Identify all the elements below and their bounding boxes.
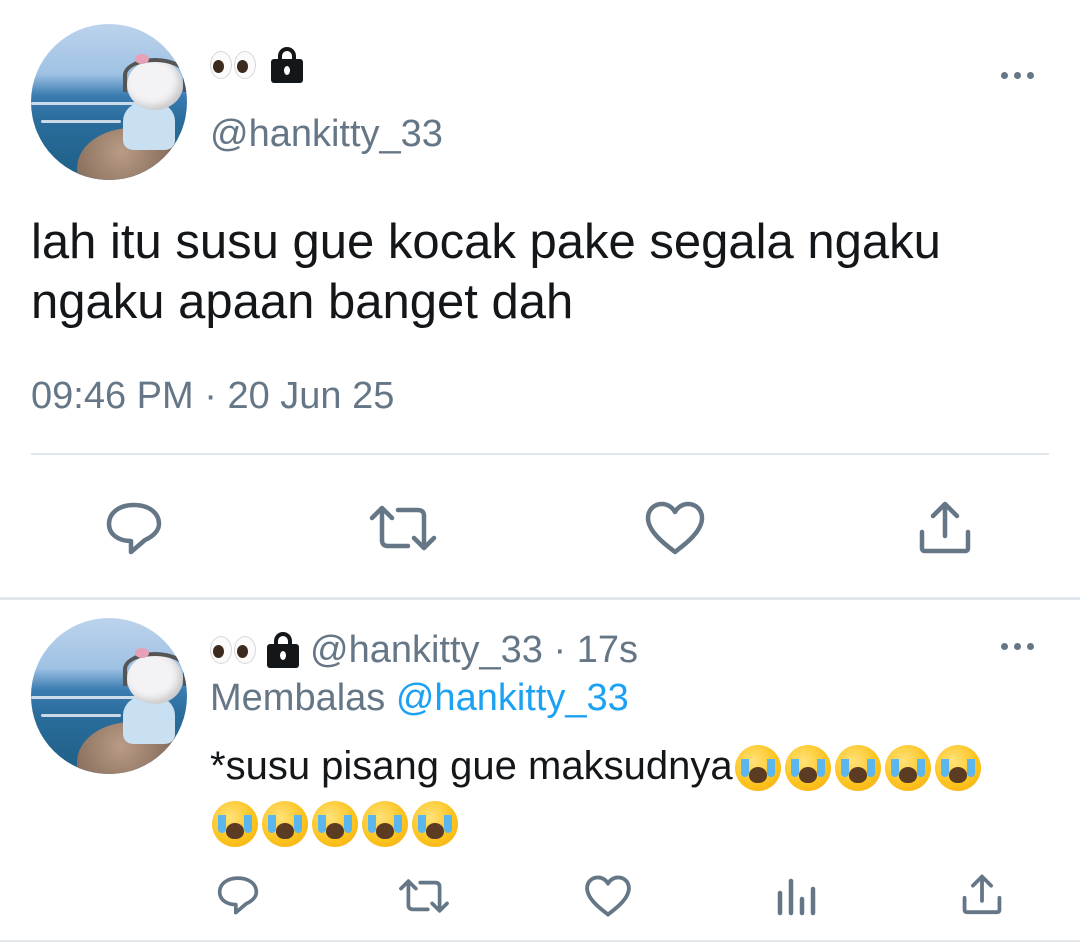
reply-header[interactable]: @hankitty_33 · 17s: [210, 628, 638, 672]
share-button[interactable]: [916, 498, 974, 556]
divider: [31, 453, 1049, 455]
crying-emoji: [834, 745, 881, 792]
retweet-icon: [399, 879, 449, 913]
reply-button[interactable]: [104, 500, 164, 556]
share-icon: [919, 501, 971, 554]
emoji-group: [210, 796, 1040, 848]
crying-emoji: [884, 745, 931, 792]
analytics-button[interactable]: [774, 875, 818, 917]
reply-age: 17s: [576, 628, 638, 671]
lock-icon: [270, 47, 304, 83]
tweet-text: lah itu susu gue kocak pake segala ngaku…: [31, 215, 941, 329]
retweet-button[interactable]: [368, 500, 438, 556]
eyes-emoji: [210, 636, 256, 664]
crying-emoji: [412, 801, 458, 848]
replying-label: Membalas: [210, 677, 386, 719]
tweet-date: 20 Jun 25: [227, 375, 395, 417]
analytics-icon: [777, 878, 816, 916]
tweet-time: 09:46 PM: [31, 375, 194, 417]
crying-emoji: [784, 745, 831, 792]
crying-emoji: [734, 745, 781, 792]
retweet-button[interactable]: [398, 875, 450, 917]
crying-emoji: [312, 801, 358, 848]
tweet-timestamp[interactable]: 09:46 PM · 20 Jun 25: [31, 374, 394, 418]
heart-icon: [585, 875, 631, 917]
share-button[interactable]: [960, 872, 1004, 916]
like-button[interactable]: [644, 500, 706, 556]
user-handle[interactable]: @hankitty_33: [210, 112, 443, 156]
reply-text-line: *susu pisang gue maksudnya: [210, 740, 1040, 792]
heart-icon: [645, 501, 705, 555]
reply-icon: [106, 502, 162, 555]
reply-text: *susu pisang gue maksudnya: [210, 740, 1040, 848]
share-icon: [962, 874, 1002, 915]
retweet-icon: [369, 505, 437, 551]
display-name[interactable]: [210, 45, 304, 85]
replying-to-link[interactable]: @hankitty_33: [396, 677, 629, 719]
crying-emoji: [212, 801, 258, 848]
bottom-divider: [0, 940, 1080, 942]
crying-emoji: [934, 745, 981, 792]
section-divider: [0, 597, 1080, 600]
emoji-group: [733, 744, 983, 792]
crying-emoji: [262, 801, 308, 848]
replying-to-line: Membalas @hankitty_33: [210, 676, 629, 720]
avatar[interactable]: [31, 24, 187, 180]
reply-icon: [217, 876, 259, 915]
lock-icon: [266, 632, 300, 668]
reply-text-content: *susu pisang gue maksudnya: [210, 744, 733, 788]
more-icon[interactable]: [1001, 72, 1034, 79]
like-button[interactable]: [584, 874, 632, 918]
reply-button[interactable]: [216, 873, 260, 917]
eyes-emoji: [210, 51, 256, 79]
crying-emoji: [362, 801, 408, 848]
more-icon[interactable]: [1001, 643, 1034, 650]
separator: ·: [553, 628, 567, 671]
reply-avatar[interactable]: [31, 618, 187, 774]
reply-handle: @hankitty_33: [310, 628, 543, 671]
separator: ·: [204, 375, 217, 417]
